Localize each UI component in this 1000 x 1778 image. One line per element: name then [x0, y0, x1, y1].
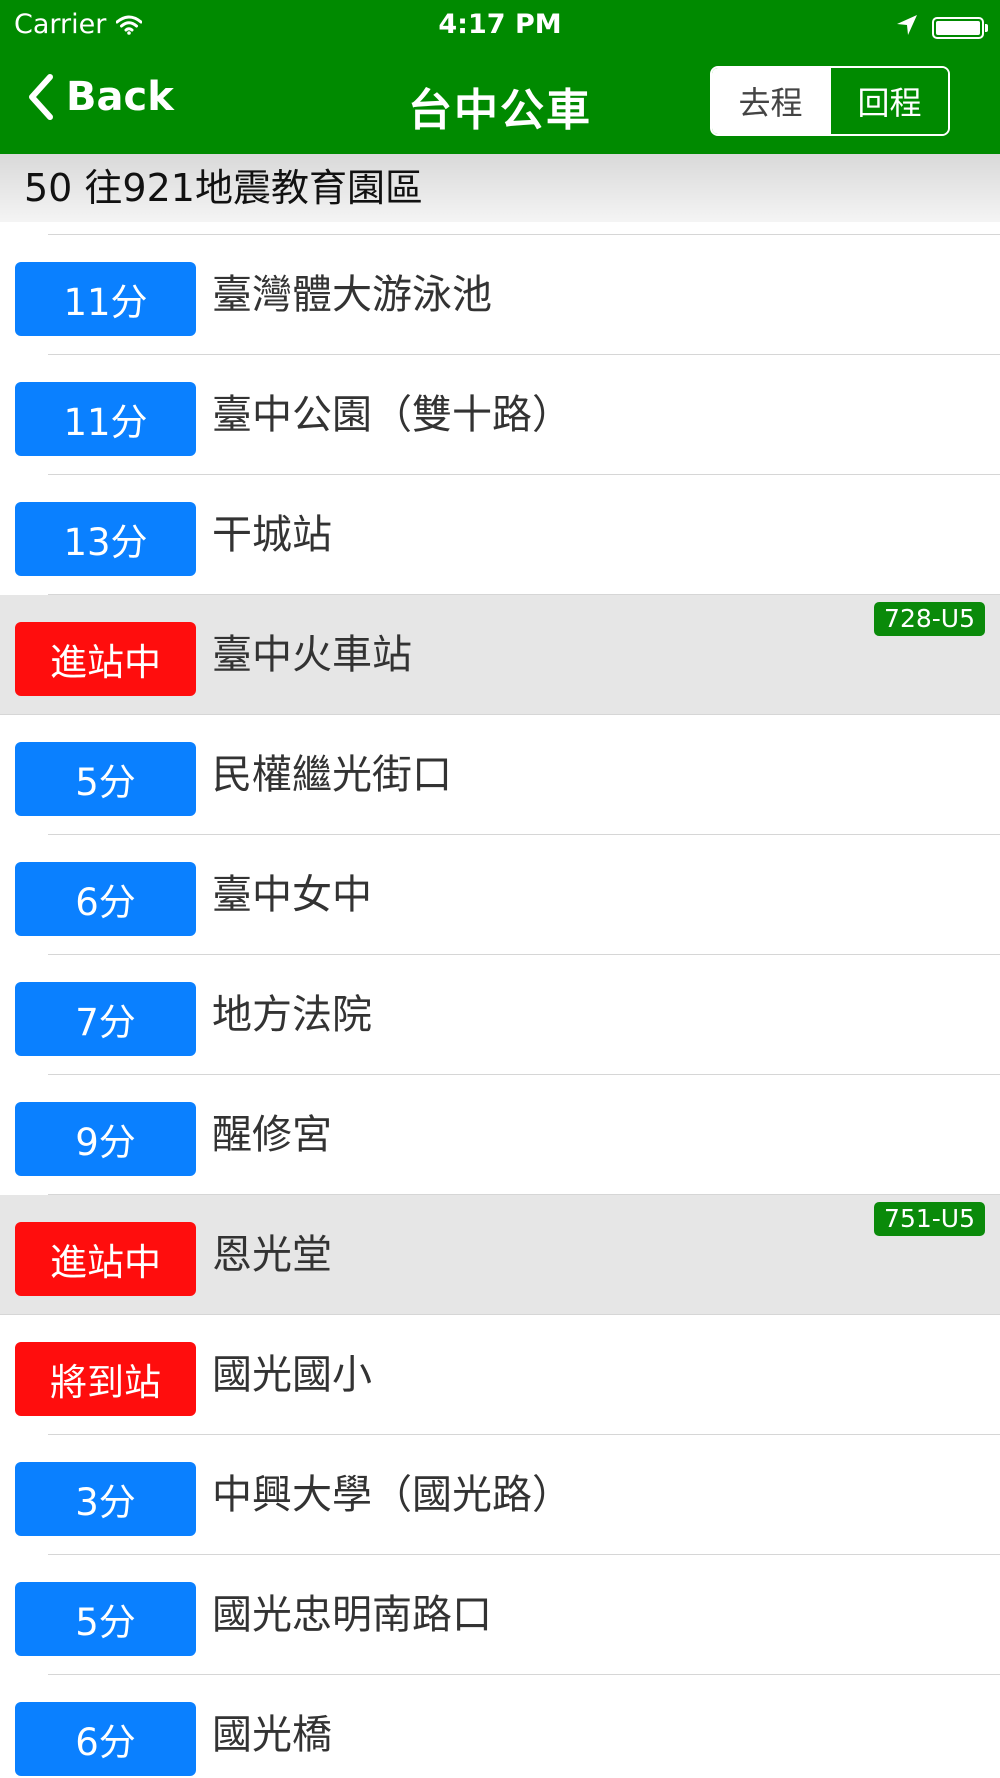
screen: Carrier 4:17 PM Back 台中公車 去程 回程 50 往921地… [0, 0, 1000, 1778]
stop-name: 國光橋 [212, 1712, 332, 1758]
segment-return[interactable]: 回程 [829, 68, 948, 134]
stop-row[interactable]: 5分 國光忠明南路口 [0, 1555, 1000, 1675]
eta-badge: 將到站 [15, 1342, 196, 1416]
stop-name: 國光忠明南路口 [212, 1592, 492, 1638]
bus-plate-tag: 728-U5 [874, 602, 985, 636]
stop-row[interactable]: 9分 醒修宮 [0, 1075, 1000, 1195]
stop-row[interactable]: 11分 臺灣體大游泳池 [0, 235, 1000, 355]
stop-name: 臺灣體大游泳池 [212, 272, 492, 318]
top-bar: Carrier 4:17 PM Back 台中公車 去程 回程 [0, 0, 1000, 154]
stop-row[interactable]: 3分 中興大學（國光路） [0, 1435, 1000, 1555]
direction-segmented-control: 去程 回程 [710, 66, 950, 136]
stop-name: 中興大學（國光路） [212, 1472, 572, 1518]
status-right-group [896, 12, 988, 43]
eta-badge: 9分 [15, 1102, 196, 1176]
stop-name: 地方法院 [212, 992, 372, 1038]
stop-row[interactable]: 13分 干城站 [0, 475, 1000, 595]
stop-name: 醒修宮 [212, 1112, 332, 1158]
status-bar: Carrier 4:17 PM [0, 0, 1000, 50]
route-header: 50 往921地震教育園區 [0, 154, 1000, 222]
eta-badge: 11分 [15, 262, 196, 336]
stop-row[interactable]: 將到站 國光國小 [0, 1315, 1000, 1435]
eta-badge: 進站中 [15, 622, 196, 696]
bus-plate-tag: 751-U5 [874, 1202, 985, 1236]
stop-name: 民權繼光街口 [212, 752, 452, 798]
stop-name: 臺中火車站 [212, 632, 412, 678]
eta-badge: 11分 [15, 382, 196, 456]
stop-row[interactable]: 6分 臺中女中 [0, 835, 1000, 955]
stop-name: 干城站 [212, 512, 332, 558]
eta-badge: 13分 [15, 502, 196, 576]
eta-badge: 6分 [15, 1702, 196, 1776]
stop-row[interactable]: 5分 民權繼光街口 [0, 715, 1000, 835]
stop-list: 11分 臺灣體大游泳池 11分 臺中公園（雙十路） 13分 干城站 進站中 臺中火車站 728-… [0, 222, 1000, 1778]
list-top-divider [48, 222, 1000, 235]
stop-row[interactable]: 進站中 恩光堂 751-U5 [0, 1195, 1000, 1315]
segment-outbound[interactable]: 去程 [712, 68, 829, 134]
stop-row[interactable]: 進站中 臺中火車站 728-U5 [0, 595, 1000, 715]
battery-icon [932, 16, 988, 39]
stop-name: 臺中公園（雙十路） [212, 392, 572, 438]
location-arrow-icon [896, 12, 918, 43]
navigation-bar: Back 台中公車 去程 回程 [0, 50, 1000, 154]
stop-row[interactable]: 7分 地方法院 [0, 955, 1000, 1075]
eta-badge: 7分 [15, 982, 196, 1056]
stop-row[interactable]: 11分 臺中公園（雙十路） [0, 355, 1000, 475]
stop-name: 恩光堂 [212, 1232, 332, 1278]
stop-name: 臺中女中 [212, 872, 372, 918]
stop-name: 國光國小 [212, 1352, 372, 1398]
eta-badge: 進站中 [15, 1222, 196, 1296]
eta-badge: 3分 [15, 1462, 196, 1536]
eta-badge: 5分 [15, 1582, 196, 1656]
eta-badge: 6分 [15, 862, 196, 936]
eta-badge: 5分 [15, 742, 196, 816]
stop-row[interactable]: 6分 國光橋 [0, 1675, 1000, 1778]
status-time: 4:17 PM [438, 9, 562, 40]
